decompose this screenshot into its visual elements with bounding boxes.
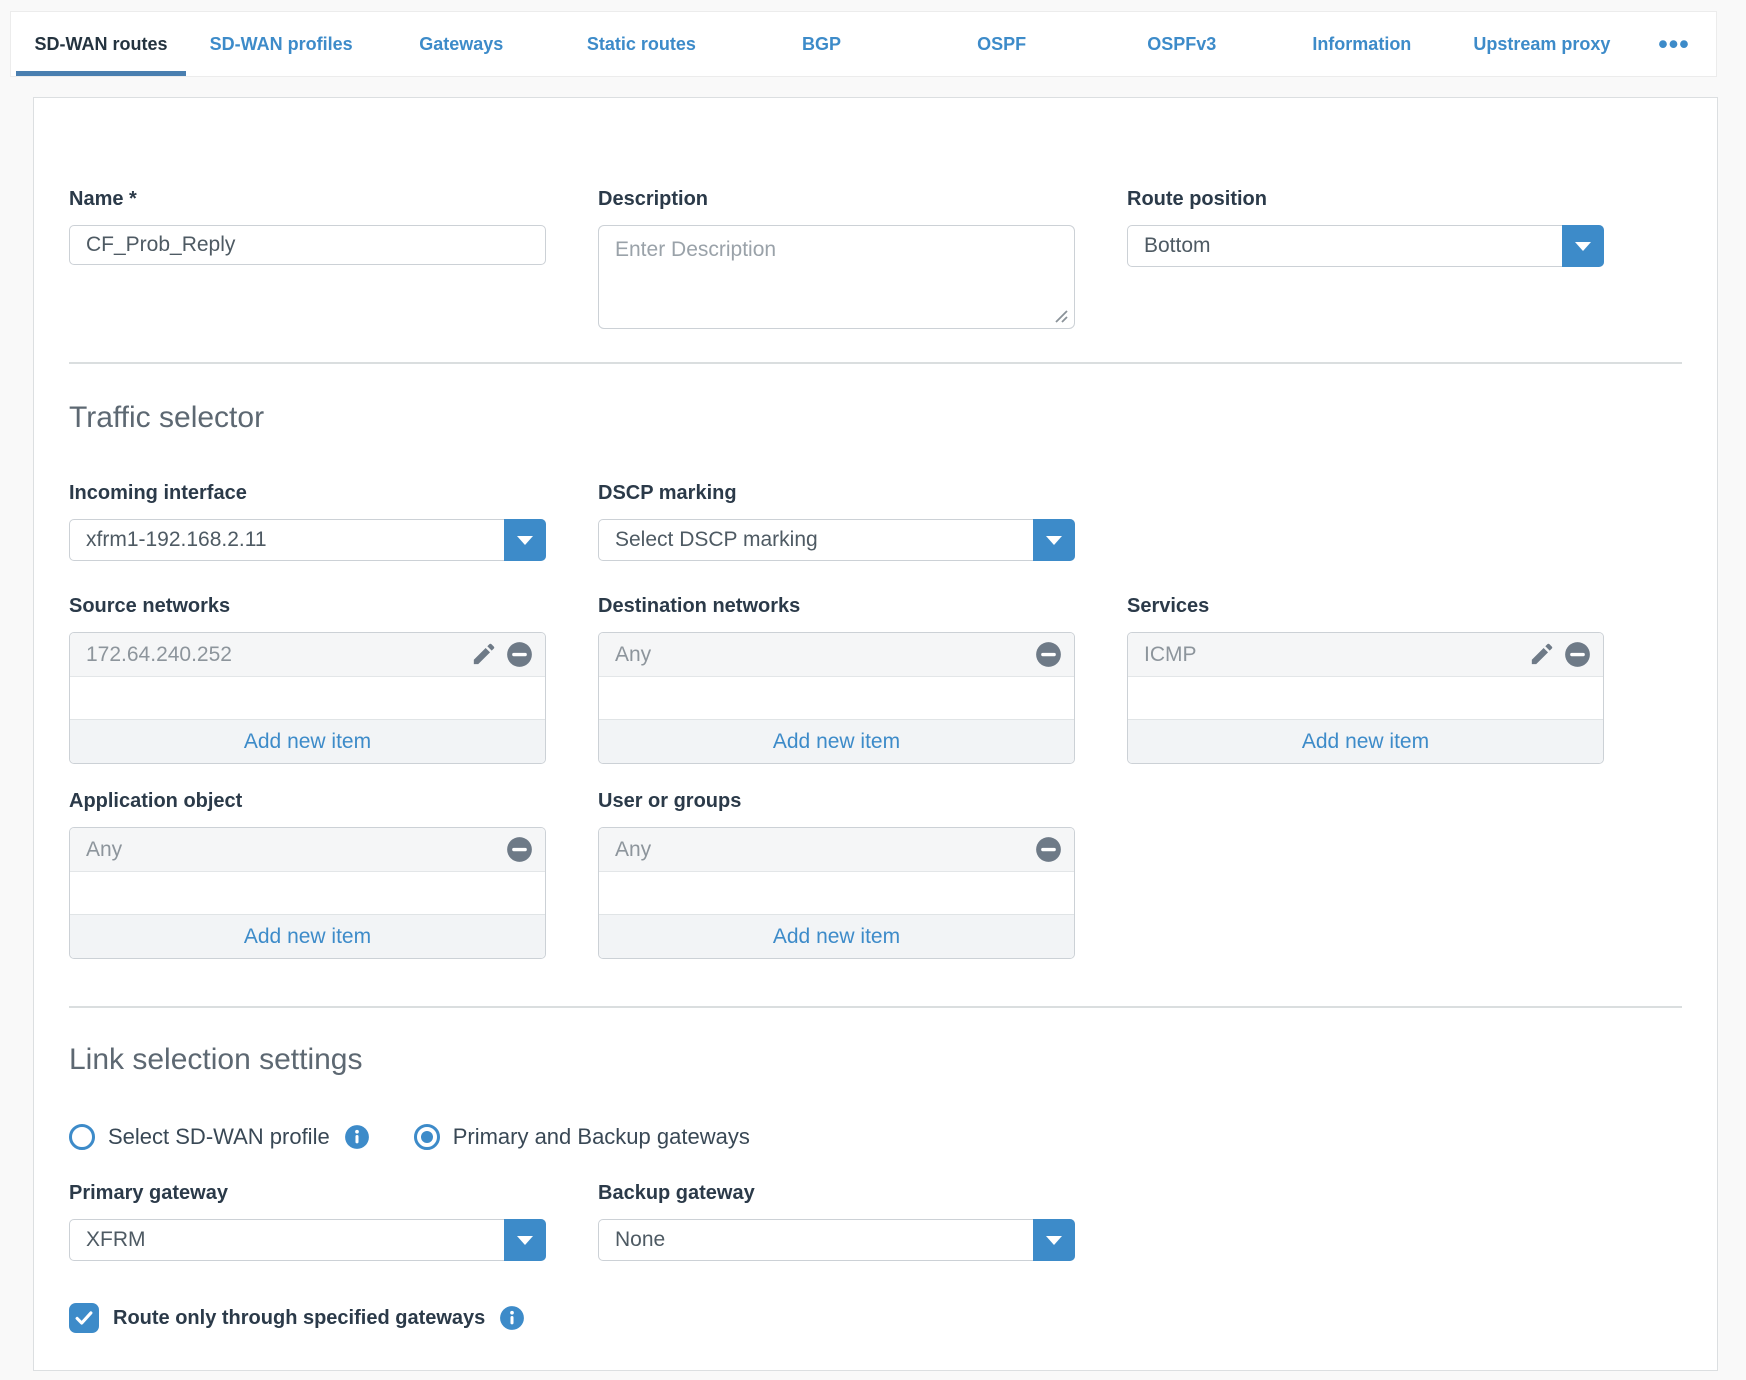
incoming-interface-dropdown[interactable]: xfrm1-192.168.2.11 xyxy=(69,519,546,561)
chevron-down-icon[interactable] xyxy=(1033,519,1075,561)
tab-static-routes[interactable]: Static routes xyxy=(551,12,731,76)
traffic-selector-heading: Traffic selector xyxy=(69,400,1682,436)
backup-gateway-value: None xyxy=(599,1228,1033,1252)
services-label: Services xyxy=(1127,593,1604,619)
tab-gateways[interactable]: Gateways xyxy=(371,12,551,76)
link-selection-radio-group: Select SD-WAN profile Primary and Backup… xyxy=(69,1124,1682,1150)
list-item: ICMP xyxy=(1128,633,1603,677)
edit-icon[interactable] xyxy=(470,641,497,668)
radio-select-sd-wan-profile[interactable] xyxy=(69,1124,95,1150)
incoming-interface-value: xfrm1-192.168.2.11 xyxy=(70,528,504,552)
user-or-groups-list: Any Add new item xyxy=(598,827,1075,959)
incoming-interface-label: Incoming interface xyxy=(69,480,546,506)
primary-gateway-dropdown[interactable]: XFRM xyxy=(69,1219,546,1261)
tab-sd-wan-routes[interactable]: SD-WAN routes xyxy=(11,12,191,76)
dscp-marking-value: Select DSCP marking xyxy=(599,528,1033,552)
user-or-groups-label: User or groups xyxy=(598,788,1075,814)
chevron-down-icon[interactable] xyxy=(1562,225,1604,267)
name-input[interactable] xyxy=(69,225,546,265)
remove-icon[interactable] xyxy=(1035,641,1062,668)
route-position-dropdown[interactable]: Bottom xyxy=(1127,225,1604,267)
route-only-label: Route only through specified gateways xyxy=(113,1307,485,1330)
tab-ospfv3[interactable]: OSPFv3 xyxy=(1092,12,1272,76)
remove-icon[interactable] xyxy=(1564,641,1591,668)
add-new-item-button[interactable]: Add new item xyxy=(70,914,545,958)
list-item: Any xyxy=(599,633,1074,677)
tab-sd-wan-profiles[interactable]: SD-WAN profiles xyxy=(191,12,371,76)
route-form-panel: Name * Description Route position Bottom xyxy=(33,97,1718,1371)
edit-icon[interactable] xyxy=(1528,641,1555,668)
tab-ospf[interactable]: OSPF xyxy=(912,12,1092,76)
backup-gateway-label: Backup gateway xyxy=(598,1180,1075,1206)
remove-icon[interactable] xyxy=(1035,836,1062,863)
description-label: Description xyxy=(598,186,1075,212)
route-position-label: Route position xyxy=(1127,186,1604,212)
destination-networks-label: Destination networks xyxy=(598,593,1075,619)
description-textarea[interactable] xyxy=(598,225,1075,329)
chevron-down-icon[interactable] xyxy=(504,1219,546,1261)
chevron-down-icon[interactable] xyxy=(1033,1219,1075,1261)
add-new-item-button[interactable]: Add new item xyxy=(599,914,1074,958)
application-object-label: Application object xyxy=(69,788,546,814)
radio-label: Primary and Backup gateways xyxy=(453,1124,750,1150)
radio-primary-and-backup-gateways[interactable] xyxy=(414,1124,440,1150)
info-icon[interactable] xyxy=(499,1305,525,1331)
radio-label: Select SD-WAN profile xyxy=(108,1124,330,1150)
dscp-marking-label: DSCP marking xyxy=(598,480,1075,506)
route-only-checkbox[interactable] xyxy=(69,1303,99,1333)
tab-upstream-proxy[interactable]: Upstream proxy xyxy=(1452,12,1632,76)
primary-gateway-label: Primary gateway xyxy=(69,1180,546,1206)
services-list: ICMP Add new item xyxy=(1127,632,1604,764)
route-only-row: Route only through specified gateways xyxy=(69,1303,1682,1333)
route-position-value: Bottom xyxy=(1128,234,1562,258)
add-new-item-button[interactable]: Add new item xyxy=(1128,719,1603,763)
list-item: Any xyxy=(70,828,545,872)
chevron-down-icon[interactable] xyxy=(504,519,546,561)
list-item: Any xyxy=(599,828,1074,872)
destination-networks-list: Any Add new item xyxy=(598,632,1075,764)
sd-wan-route-editor: SD-WAN routes SD-WAN profiles Gateways S… xyxy=(0,0,1746,1380)
ellipsis-icon: ••• xyxy=(1658,34,1689,54)
section-divider xyxy=(69,1006,1682,1008)
add-new-item-button[interactable]: Add new item xyxy=(70,719,545,763)
link-selection-heading: Link selection settings xyxy=(69,1042,1682,1078)
tab-bgp[interactable]: BGP xyxy=(731,12,911,76)
info-icon[interactable] xyxy=(344,1124,370,1150)
source-networks-list: 172.64.240.252 Add new item xyxy=(69,632,546,764)
tab-bar: SD-WAN routes SD-WAN profiles Gateways S… xyxy=(10,11,1717,77)
remove-icon[interactable] xyxy=(506,836,533,863)
tab-information[interactable]: Information xyxy=(1272,12,1452,76)
remove-icon[interactable] xyxy=(506,641,533,668)
add-new-item-button[interactable]: Add new item xyxy=(599,719,1074,763)
primary-gateway-value: XFRM xyxy=(70,1228,504,1252)
more-tabs-button[interactable]: ••• xyxy=(1632,12,1716,76)
application-object-list: Any Add new item xyxy=(69,827,546,959)
dscp-marking-dropdown[interactable]: Select DSCP marking xyxy=(598,519,1075,561)
source-networks-label: Source networks xyxy=(69,593,546,619)
list-item: 172.64.240.252 xyxy=(70,633,545,677)
backup-gateway-dropdown[interactable]: None xyxy=(598,1219,1075,1261)
name-label: Name * xyxy=(69,186,546,212)
section-divider xyxy=(69,362,1682,364)
resize-handle-icon[interactable] xyxy=(1050,305,1070,325)
